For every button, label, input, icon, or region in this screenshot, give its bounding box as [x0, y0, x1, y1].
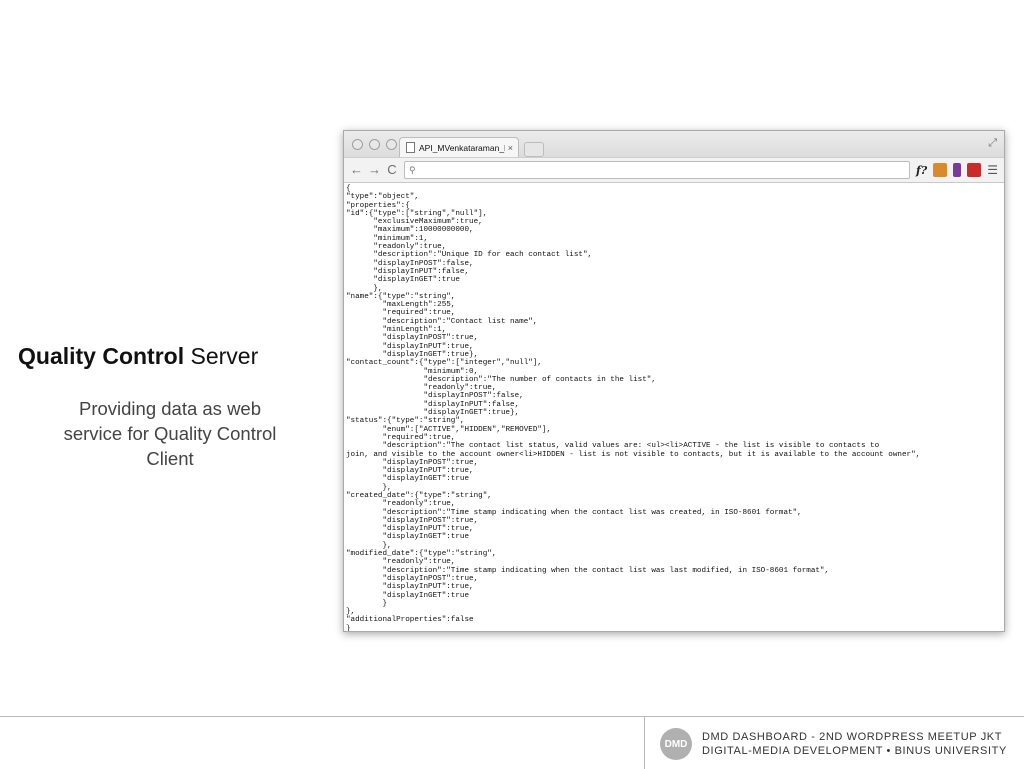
- json-line: "maximum":10000000000,: [346, 226, 474, 235]
- new-extension-icon[interactable]: [933, 163, 948, 177]
- browser-window: API_MVenkataraman_RMan × ⤢ ← → C ⚲ f? ☰ …: [343, 130, 1005, 632]
- json-line: "readonly":true,: [346, 384, 497, 393]
- json-line: "minimum":1,: [346, 234, 429, 243]
- footer-line-2: Digital-Media Development • BINUS Univer…: [702, 745, 1007, 757]
- close-window-button[interactable]: [352, 139, 363, 150]
- json-line: "required":true,: [346, 433, 456, 442]
- browser-toolbar: ← → C ⚲ f? ☰: [344, 158, 1004, 183]
- json-line: "description":"The contact list status, …: [346, 442, 880, 451]
- json-line: "displayInGET":true: [346, 475, 470, 484]
- slide-footer: DMD DMD Dashboard - 2nd WordPress Meetup…: [0, 716, 1024, 769]
- tab-title: API_MVenkataraman_RMan: [419, 142, 505, 153]
- json-line: "modified_date":{"type":"string",: [346, 550, 497, 559]
- dmd-logo: DMD: [660, 728, 692, 760]
- json-line: "exclusiveMaximum":true,: [346, 218, 483, 227]
- forward-button[interactable]: →: [368, 162, 381, 178]
- slide-subtitle-line: Client: [146, 448, 194, 469]
- reload-button[interactable]: C: [386, 162, 398, 178]
- json-line: "displayInPUT":false,: [346, 267, 470, 276]
- json-line: "displayInGET":true: [346, 276, 460, 285]
- new-tab-button[interactable]: [524, 142, 544, 157]
- slide-subtitle-line: Providing data as web: [78, 398, 262, 419]
- tab-close-icon[interactable]: ×: [508, 143, 513, 153]
- json-line: "description":"Unique ID for each contac…: [346, 251, 593, 260]
- footer-line-1: DMD Dashboard - 2nd WordPress Meetup JKT: [702, 731, 1003, 743]
- menu-icon[interactable]: ☰: [987, 163, 998, 177]
- json-line: "displayInPOST":true,: [346, 516, 479, 525]
- json-line: "readonly":true,: [346, 243, 447, 252]
- json-line: "additionalProperties":false: [346, 616, 474, 625]
- json-line: "required":true,: [346, 309, 456, 318]
- json-line: "type":"object",: [346, 193, 419, 202]
- json-line: {: [346, 185, 351, 193]
- json-line: "displayInGET":true},: [346, 350, 479, 359]
- json-line: "status":{"type":"string",: [346, 417, 465, 426]
- window-controls: [352, 139, 397, 150]
- json-line: }: [346, 624, 351, 632]
- json-line: join, and visible to the account owner<l…: [346, 450, 921, 459]
- zoom-window-button[interactable]: [386, 139, 397, 150]
- json-line: },: [346, 284, 383, 293]
- json-line: "displayInPUT":true,: [346, 342, 474, 351]
- json-line: "contact_count":{"type":["integer","null…: [346, 359, 542, 368]
- json-line: "displayInPOST":false,: [346, 392, 524, 401]
- json-line: "created_date":{"type":"string",: [346, 491, 492, 500]
- json-line: "id":{"type":["string","null"],: [346, 209, 488, 218]
- slide-subtitle-line: service for Quality Control: [63, 423, 277, 444]
- json-line: "description":"Time stamp indicating whe…: [346, 508, 802, 517]
- json-line: "displayInPOST":true,: [346, 334, 479, 343]
- json-line: "displayInPUT":true,: [346, 525, 474, 534]
- json-line: "properties":{: [346, 201, 410, 210]
- json-line: "description":"Time stamp indicating whe…: [346, 566, 830, 575]
- back-button[interactable]: ←: [350, 162, 363, 178]
- json-line: "displayInPOST":true,: [346, 574, 479, 583]
- document-icon: [406, 142, 415, 153]
- json-line: "displayInGET":true: [346, 533, 470, 542]
- json-line: "displayInPUT":false,: [346, 400, 520, 409]
- json-line: "displayInPOST":false,: [346, 259, 474, 268]
- json-line: },: [346, 541, 392, 550]
- browser-tab[interactable]: API_MVenkataraman_RMan ×: [399, 137, 519, 157]
- browser-titlebar: API_MVenkataraman_RMan × ⤢: [344, 131, 1004, 158]
- json-line: "displayInPUT":true,: [346, 467, 474, 476]
- fullscreen-icon[interactable]: ⤢: [988, 137, 997, 150]
- search-icon: ⚲: [409, 164, 416, 175]
- slide-title-rest: Server: [184, 343, 259, 369]
- phone-extension-icon[interactable]: [953, 163, 962, 177]
- json-line: "readonly":true,: [346, 500, 456, 509]
- json-line: "displayInPUT":true,: [346, 583, 474, 592]
- json-line: "description":"Contact list name",: [346, 317, 538, 326]
- json-line: },: [346, 483, 392, 492]
- slide-subtitle: Providing data as web service for Qualit…: [30, 396, 310, 471]
- font-extension-icon[interactable]: f?: [916, 164, 927, 177]
- footer-text: DMD Dashboard - 2nd WordPress Meetup JKT…: [702, 730, 1007, 758]
- json-line: "minLength":1,: [346, 326, 447, 335]
- address-bar[interactable]: ⚲: [404, 161, 911, 179]
- json-line: "enum":["ACTIVE","HIDDEN","REMOVED"],: [346, 425, 552, 434]
- json-line: "minimum":0,: [346, 367, 479, 376]
- new-badge-extension-icon[interactable]: [967, 163, 982, 177]
- json-line: "description":"The number of contacts in…: [346, 375, 656, 384]
- json-line: "displayInPOST":true,: [346, 458, 479, 467]
- json-line: "displayInGET":true: [346, 591, 470, 600]
- json-line: }: [346, 599, 388, 608]
- footer-divider: [644, 717, 645, 769]
- json-viewer: {"type":"object", "properties":{"id":{"ty…: [344, 183, 1004, 632]
- json-line: "displayInGET":true},: [346, 409, 520, 418]
- slide-title-bold: Quality Control: [18, 343, 185, 369]
- json-line: "name":{"type":"string",: [346, 292, 456, 301]
- slide-title: Quality Control Server: [18, 343, 338, 370]
- minimize-window-button[interactable]: [369, 139, 380, 150]
- json-line: },: [346, 608, 356, 617]
- json-line: "readonly":true,: [346, 558, 456, 567]
- json-line: "maxLength":255,: [346, 301, 456, 310]
